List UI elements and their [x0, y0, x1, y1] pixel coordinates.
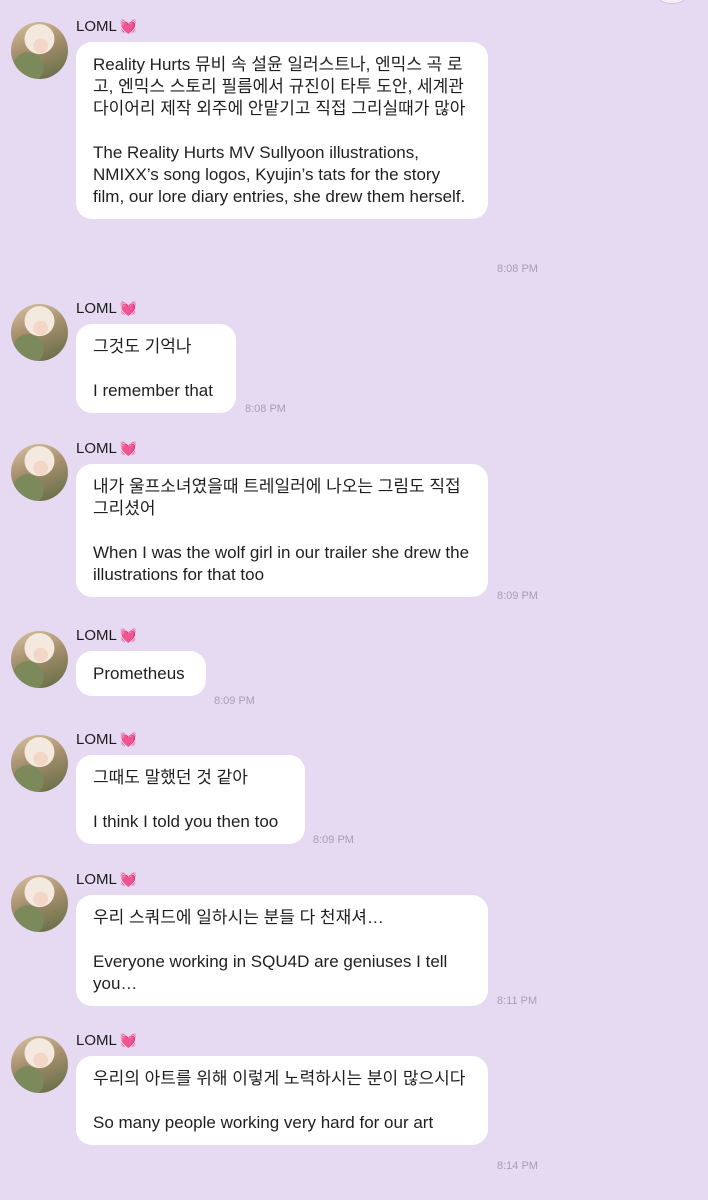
message-timestamp: 8:08 PM [497, 263, 538, 275]
message-timestamp: 8:11 PM [497, 995, 538, 1007]
avatar[interactable] [11, 875, 68, 932]
sender-name: LOML 💓 [76, 1032, 138, 1049]
message-text-korean: Reality Hurts 뮤비 속 설윤 일러스트나, 엔믹스 곡 로고, 엔… [93, 55, 466, 118]
message-bubble[interactable]: Prometheus [76, 651, 206, 696]
message-text: Prometheus [93, 664, 185, 683]
avatar[interactable] [11, 22, 68, 79]
sender-name: LOML 💓 [76, 627, 138, 644]
message-timestamp: 8:14 PM [497, 1160, 538, 1172]
heart-icon: 💓 [119, 300, 138, 316]
sender-name: LOML 💓 [76, 731, 138, 748]
message-bubble[interactable]: Reality Hurts 뮤비 속 설윤 일러스트나, 엔믹스 곡 로고, 엔… [76, 42, 488, 219]
heart-icon: 💓 [119, 18, 138, 34]
sender-name: LOML 💓 [76, 18, 138, 35]
message-bubble[interactable]: 우리의 아트를 위해 이렇게 노력하시는 분이 많으시다 So many peo… [76, 1056, 488, 1145]
message-timestamp: 8:09 PM [497, 590, 538, 602]
message-timestamp: 8:08 PM [245, 403, 286, 415]
heart-icon: 💓 [119, 731, 138, 747]
heart-icon: 💓 [119, 1032, 138, 1048]
message-timestamp: 8:09 PM [313, 834, 354, 846]
message-bubble[interactable]: 우리 스쿼드에 일하시는 분들 다 천재셔… Everyone working … [76, 895, 488, 1006]
heart-icon: 💓 [119, 627, 138, 643]
avatar[interactable] [11, 631, 68, 688]
message-text-korean: 그것도 기억나 [93, 337, 192, 356]
message-text-korean: 우리 스쿼드에 일하시는 분들 다 천재셔… [93, 908, 384, 927]
message-bubble[interactable]: 그때도 말했던 것 같아 I think I told you then too [76, 755, 305, 844]
avatar[interactable] [11, 304, 68, 361]
avatar[interactable] [11, 735, 68, 792]
message-text-korean: 그때도 말했던 것 같아 [93, 768, 248, 787]
scroll-to-bottom-button[interactable] [650, 0, 694, 4]
avatar[interactable] [11, 1036, 68, 1093]
sender-name: LOML 💓 [76, 300, 138, 317]
message-text-korean: 우리의 아트를 위해 이렇게 노력하시는 분이 많으시다 [93, 1069, 466, 1088]
message-text-english: When I was the wolf girl in our trailer … [93, 543, 470, 584]
message-text-korean: 내가 울프소녀였을때 트레일러에 나오는 그림도 직접 그리셨어 [93, 477, 461, 518]
message-text-english: I remember that [93, 381, 213, 400]
message-text-english: I think I told you then too [93, 812, 279, 831]
heart-icon: 💓 [119, 871, 138, 887]
message-bubble[interactable]: 그것도 기억나 I remember that [76, 324, 236, 413]
message-text-english: Everyone working in SQU4D are geniuses I… [93, 952, 448, 993]
message-text-english: The Reality Hurts MV Sullyoon illustrati… [93, 143, 466, 206]
avatar[interactable] [11, 444, 68, 501]
message-bubble[interactable]: 내가 울프소녀였을때 트레일러에 나오는 그림도 직접 그리셨어 When I … [76, 464, 488, 597]
message-timestamp: 8:09 PM [214, 695, 255, 707]
sender-name: LOML 💓 [76, 440, 138, 457]
message-text-english: So many people working very hard for our… [93, 1113, 434, 1132]
sender-name: LOML 💓 [76, 871, 138, 888]
heart-icon: 💓 [119, 440, 138, 456]
